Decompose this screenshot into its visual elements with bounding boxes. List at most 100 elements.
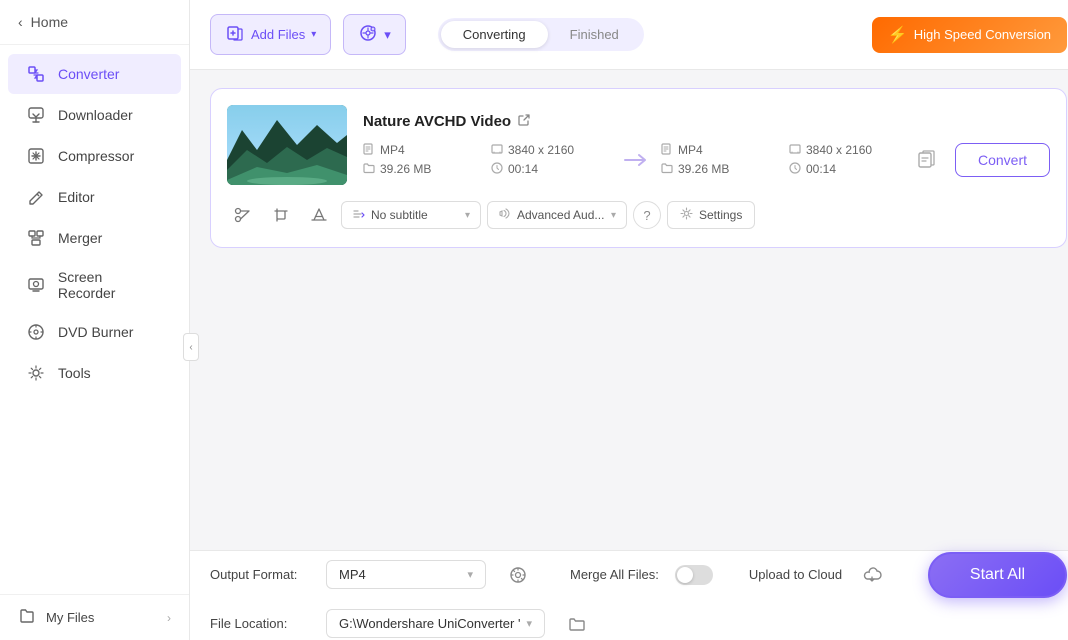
merger-icon (26, 228, 46, 248)
audio-dropdown[interactable]: Advanced Aud... ▾ (487, 201, 627, 229)
output-format: MP4 (661, 143, 781, 158)
input-size: 39.26 MB (363, 162, 483, 177)
sidebar-item-screen-recorder[interactable]: Screen Recorder (8, 259, 181, 311)
output-duration-value: 00:14 (806, 162, 836, 176)
sidebar-item-label: Converter (58, 66, 119, 82)
sidebar-item-compressor[interactable]: Compressor (8, 136, 181, 176)
add-dvd-caret: ▾ (384, 27, 391, 43)
content-area: Nature AVCHD Video (190, 70, 1068, 550)
output-size-value: 39.26 MB (678, 162, 729, 176)
input-duration: 00:14 (491, 162, 611, 177)
screen-recorder-icon (26, 275, 46, 295)
chevron-right-icon: › (167, 611, 171, 625)
sidebar: ‹ Home Converter (0, 0, 190, 640)
input-meta2: 3840 x 2160 00:14 (491, 143, 611, 177)
tab-finished[interactable]: Finished (548, 21, 641, 48)
file-card: Nature AVCHD Video (210, 88, 1067, 248)
input-size-value: 39.26 MB (380, 162, 431, 176)
external-link-icon[interactable] (517, 113, 531, 130)
audio-label: Advanced Aud... (517, 208, 604, 222)
output-resolution-icon (789, 143, 801, 158)
add-dvd-icon (358, 23, 378, 46)
output-duration: 00:14 (789, 162, 909, 177)
output-format-select[interactable]: MP4 ▾ (326, 560, 486, 589)
input-duration-value: 00:14 (508, 162, 538, 176)
help-button[interactable]: ? (633, 201, 661, 229)
output-meta2: 3840 x 2160 00:14 (789, 143, 909, 177)
upload-cloud-icon[interactable] (858, 561, 886, 589)
sidebar-item-label: Downloader (58, 107, 133, 123)
audio-icon (498, 207, 511, 223)
tab-converting[interactable]: Converting (441, 21, 548, 48)
output-format-label: Output Format: (210, 567, 310, 582)
sidebar-item-merger[interactable]: Merger (8, 218, 181, 258)
crop-icon[interactable] (265, 199, 297, 231)
high-speed-conversion-button[interactable]: ⚡ High Speed Conversion (872, 17, 1067, 53)
file-card-top: Nature AVCHD Video (227, 105, 1050, 185)
sidebar-collapse-btn[interactable]: ‹ (183, 333, 199, 361)
file-location-value: G:\Wondershare UniConverter ' (339, 616, 520, 631)
folder-icon (363, 162, 375, 177)
conversion-arrow (611, 150, 661, 170)
converter-icon (26, 64, 46, 84)
bottom-bar: Output Format: MP4 ▾ Merge All Files: Up… (190, 550, 1068, 640)
add-dvd-button[interactable]: ▾ (343, 14, 406, 55)
settings-button[interactable]: Settings (667, 201, 755, 229)
sidebar-item-label: Tools (58, 365, 91, 381)
subtitle-icon (352, 207, 365, 223)
sidebar-item-dvd-burner[interactable]: DVD Burner (8, 312, 181, 352)
sidebar-bottom-my-files[interactable]: My Files › (0, 594, 189, 640)
dvd-burner-icon (26, 322, 46, 342)
output-format-value: MP4 (339, 567, 366, 582)
resolution-icon (491, 143, 503, 158)
sidebar-item-label: Screen Recorder (58, 269, 163, 301)
file-meta-row: MP4 39.26 MB (363, 142, 1050, 178)
tab-group: Converting Finished (438, 18, 644, 51)
more-options-icon[interactable] (909, 142, 945, 178)
effects-icon[interactable] (303, 199, 335, 231)
add-files-button[interactable]: Add Files ▾ (210, 14, 331, 55)
input-format: MP4 (363, 143, 483, 158)
input-format-value: MP4 (380, 143, 405, 157)
sidebar-home[interactable]: ‹ Home (0, 0, 189, 45)
output-settings-icon[interactable] (502, 559, 534, 591)
add-files-label: Add Files (251, 27, 305, 42)
sidebar-item-label: Merger (58, 230, 102, 246)
settings-icon (680, 207, 693, 223)
toolbar-row: No subtitle ▾ Advanced Aud... ▾ ? (227, 199, 1050, 231)
settings-label: Settings (699, 208, 742, 222)
upload-to-cloud-label: Upload to Cloud (749, 567, 842, 582)
file-location-select[interactable]: G:\Wondershare UniConverter ' ▾ (326, 609, 545, 638)
file-icon (363, 143, 375, 158)
add-files-icon (225, 23, 245, 46)
audio-caret: ▾ (611, 210, 616, 221)
sidebar-item-editor[interactable]: Editor (8, 177, 181, 217)
file-info: Nature AVCHD Video (363, 113, 1050, 178)
my-files-icon (18, 607, 36, 628)
output-folder-icon (661, 162, 673, 177)
input-resolution-value: 3840 x 2160 (508, 143, 574, 157)
output-resolution-value: 3840 x 2160 (806, 143, 872, 157)
convert-btn-wrap: Convert (909, 142, 1050, 178)
format-select-caret: ▾ (467, 568, 473, 581)
clock-icon (491, 162, 503, 177)
add-files-caret: ▾ (311, 29, 316, 40)
subtitle-dropdown[interactable]: No subtitle ▾ (341, 201, 481, 229)
output-file-icon (661, 143, 673, 158)
trim-icon[interactable] (227, 199, 259, 231)
browse-folder-icon[interactable] (561, 608, 593, 640)
home-label: Home (31, 14, 68, 30)
output-resolution: 3840 x 2160 (789, 143, 909, 158)
sidebar-item-tools[interactable]: Tools (8, 353, 181, 393)
file-title-text: Nature AVCHD Video (363, 113, 511, 130)
start-all-button[interactable]: Start All (928, 552, 1067, 598)
bottom-row-2: File Location: G:\Wondershare UniConvert… (210, 608, 1067, 640)
output-clock-icon (789, 162, 801, 177)
subtitle-label: No subtitle (371, 208, 428, 222)
sidebar-item-downloader[interactable]: Downloader (8, 95, 181, 135)
sidebar-item-converter[interactable]: Converter (8, 54, 181, 94)
convert-button[interactable]: Convert (955, 143, 1050, 177)
main-content: Add Files ▾ ▾ Converting Finished ⚡ (190, 0, 1068, 640)
merge-toggle[interactable] (675, 565, 713, 585)
sidebar-nav: Converter Downloader Comp (0, 45, 189, 594)
